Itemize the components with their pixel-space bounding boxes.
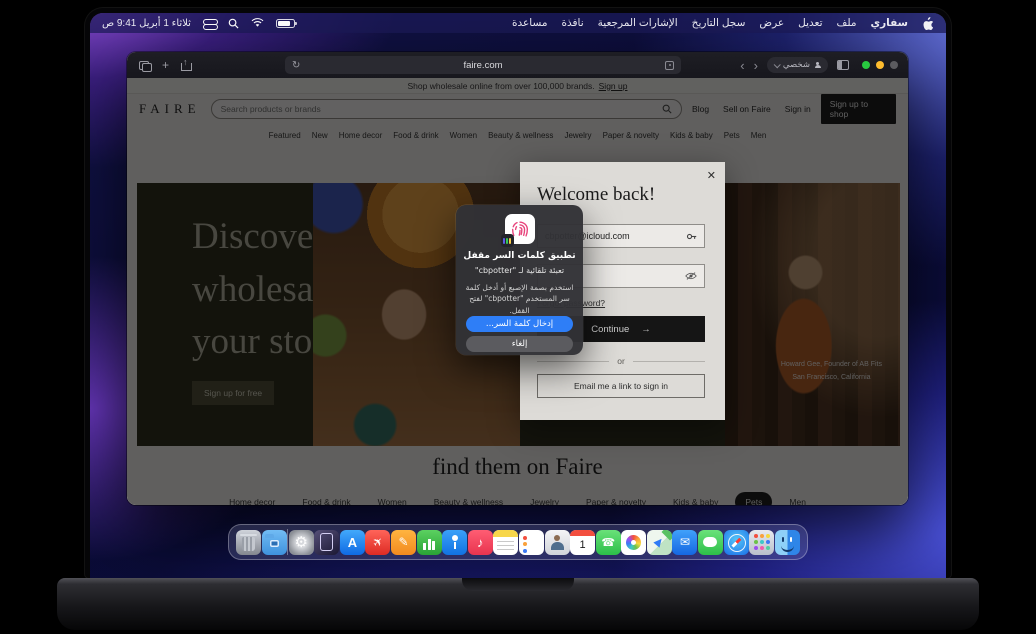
share-icon[interactable]: [181, 57, 193, 71]
email-link-signin-button[interactable]: Email me a link to sign in: [537, 374, 705, 398]
spotlight-search-icon[interactable]: [228, 18, 239, 29]
passwords-autofill-key-icon[interactable]: [686, 231, 697, 242]
eye-slash-icon[interactable]: [685, 271, 697, 281]
dialog-subtitle: تعبئة تلقائية لـ "cbpotter": [474, 266, 565, 275]
touch-id-fingerprint-icon: [500, 214, 535, 247]
window-close-button[interactable]: [890, 61, 898, 69]
dock-system-settings-icon[interactable]: ⚙: [288, 529, 314, 555]
macbook-lid-notch: [462, 578, 574, 591]
menu-bookmarks[interactable]: الإشارات المرجعية: [598, 17, 678, 29]
dock-keynote-icon[interactable]: [442, 529, 468, 555]
dock-music-icon[interactable]: ♪: [467, 529, 493, 555]
safari-toolbar: + ↻ faire.com ‹ › شخصي: [127, 52, 908, 78]
menu-file[interactable]: ملف: [837, 17, 857, 29]
window-minimize-button[interactable]: [876, 61, 884, 69]
dock-downloads-folder-icon[interactable]: [261, 529, 287, 555]
passwords-unlock-dialog: تطبيق كلمات السر مقفل تعبئة تلقائية لـ "…: [456, 205, 583, 355]
profile-label: شخصي: [782, 60, 810, 70]
chevron-down-icon: [773, 60, 781, 68]
macbook-chassis: [57, 578, 979, 630]
macbook-screen: سفاري ملف تعديل عرض سجل التاريخ الإشارات…: [85, 8, 951, 578]
dock-pages-icon[interactable]: ✎: [391, 529, 417, 555]
toolbar-left-cluster: +: [127, 57, 193, 72]
extensions-icon[interactable]: [665, 60, 674, 70]
dock-reminders-icon[interactable]: [518, 529, 544, 555]
or-divider: or: [537, 356, 705, 366]
dialog-body: استخدم بصمة الإصبع أو أدخل كلمة سر المست…: [465, 283, 574, 315]
dock-trash-icon[interactable]: [236, 529, 261, 555]
reload-icon[interactable]: ↻: [292, 60, 300, 71]
dock-contacts-icon[interactable]: [544, 529, 570, 555]
status-icons: ثلاثاء 1 أبريل 9:41 ص: [102, 18, 297, 30]
close-icon[interactable]: ✕: [707, 169, 716, 182]
menu-help[interactable]: مساعدة: [512, 17, 547, 29]
dock-iphone-mirroring-icon[interactable]: [314, 529, 340, 555]
menu-history[interactable]: سجل التاريخ: [692, 17, 746, 29]
enter-password-button[interactable]: إدخال كلمة السر...: [466, 316, 573, 332]
dock-finder-icon[interactable]: [774, 529, 800, 555]
control-center-icon[interactable]: [202, 18, 218, 30]
modal-title: Welcome back!: [537, 184, 656, 205]
continue-label: Continue: [591, 323, 630, 335]
address-url: faire.com: [463, 59, 503, 71]
desktop-background: سفاري ملف تعديل عرض سجل التاريخ الإشارات…: [0, 0, 1036, 634]
dock-safari-icon[interactable]: [723, 529, 749, 555]
dock-numbers-icon[interactable]: [416, 529, 442, 555]
battery-icon[interactable]: [275, 18, 297, 28]
dock: ⚙ A ✈ ✎ ♪ 1 ☎ ✉: [228, 524, 808, 560]
dock-rocket-app-icon[interactable]: ✈: [365, 529, 391, 555]
dock-maps-icon[interactable]: [646, 529, 672, 555]
dock-calendar-icon[interactable]: 1: [570, 529, 596, 555]
window-zoom-button[interactable]: [862, 61, 870, 69]
tab-overview-icon[interactable]: [139, 60, 152, 72]
profile-person-icon: [814, 61, 821, 69]
sidebar-toggle-icon[interactable]: [837, 60, 849, 70]
forward-icon[interactable]: ›: [754, 59, 758, 72]
passwords-app-badge-icon: [500, 234, 514, 247]
arrow-right-icon: →: [641, 323, 651, 335]
dock-messages-icon[interactable]: [697, 529, 723, 555]
dock-launchpad-icon[interactable]: [749, 529, 775, 555]
menu-edit[interactable]: تعديل: [798, 17, 822, 29]
dock-notes-icon[interactable]: [493, 529, 519, 555]
menu-bar: سفاري ملف تعديل عرض سجل التاريخ الإشارات…: [90, 13, 946, 33]
wifi-icon[interactable]: [251, 18, 264, 28]
dock-phone-icon[interactable]: ☎: [595, 529, 621, 555]
safari-window: + ↻ faire.com ‹ › شخصي: [127, 52, 908, 505]
address-bar[interactable]: ↻ faire.com: [285, 56, 681, 74]
cancel-button[interactable]: إلغاء: [466, 336, 573, 352]
back-icon[interactable]: ‹: [740, 59, 744, 72]
dock-photos-icon[interactable]: [621, 529, 647, 555]
dock-app-store-icon[interactable]: A: [339, 529, 365, 555]
new-tab-icon[interactable]: +: [162, 59, 169, 71]
menu-safari[interactable]: سفاري: [871, 17, 909, 29]
menu-view[interactable]: عرض: [759, 17, 784, 29]
menu-window[interactable]: نافذة: [561, 17, 583, 29]
toolbar-right-cluster: ‹ › شخصي: [740, 52, 908, 78]
profile-switcher[interactable]: شخصي: [766, 57, 828, 73]
or-label: or: [617, 356, 625, 366]
dialog-title: تطبيق كلمات السر مقفل: [463, 251, 576, 261]
dock-mail-icon[interactable]: ✉: [672, 529, 698, 555]
desktop-wallpaper: سفاري ملف تعديل عرض سجل التاريخ الإشارات…: [90, 13, 946, 578]
apple-menu-icon[interactable]: [922, 16, 934, 30]
window-controls: [862, 61, 898, 69]
menu-bar-clock[interactable]: ثلاثاء 1 أبريل 9:41 ص: [102, 18, 191, 29]
